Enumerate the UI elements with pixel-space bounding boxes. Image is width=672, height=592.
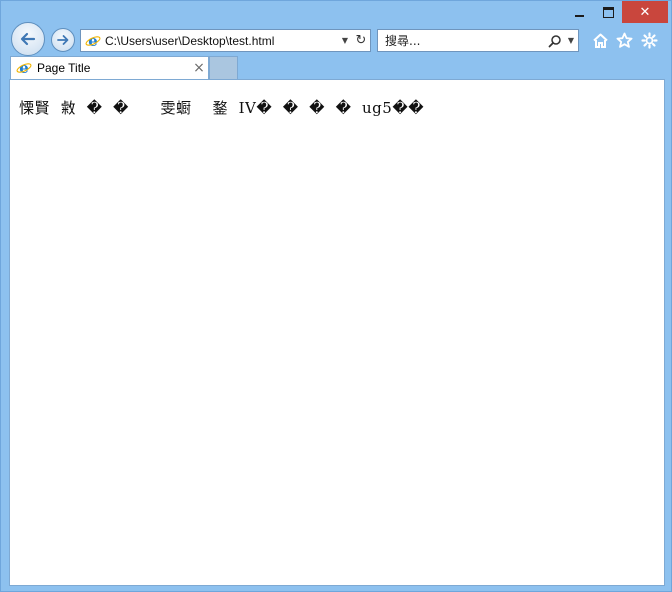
maximize-button[interactable] xyxy=(594,1,622,23)
page-body-text: 慄賢 敹 � � 雯蟵 鍪 IV� � � � ug5�� xyxy=(19,99,425,117)
tab-title: Page Title xyxy=(37,61,91,75)
back-arrow-icon xyxy=(20,32,36,46)
browser-window: ✕ e C:\Users\user\Desktop\test.html ▼ ↻ … xyxy=(0,0,672,592)
close-window-button[interactable]: ✕ xyxy=(622,1,668,23)
home-icon[interactable] xyxy=(590,30,610,50)
tab-close-icon[interactable]: × xyxy=(190,60,208,76)
search-box[interactable]: ▼ xyxy=(377,29,579,52)
settings-gear-icon[interactable] xyxy=(639,30,659,50)
ie-page-icon: e xyxy=(85,33,101,49)
address-text[interactable]: C:\Users\user\Desktop\test.html xyxy=(105,34,338,48)
close-icon: ✕ xyxy=(639,4,651,20)
page-content: 慄賢 敹 � � 雯蟵 鍪 IV� � � � ug5�� xyxy=(9,79,665,586)
new-tab-button[interactable] xyxy=(209,56,238,79)
search-dropdown-icon[interactable]: ▼ xyxy=(564,36,578,45)
tab-page-title[interactable]: e Page Title × xyxy=(10,56,209,79)
svg-text:e: e xyxy=(19,60,29,76)
search-input[interactable] xyxy=(378,31,546,50)
magnifier-icon[interactable] xyxy=(546,34,564,48)
address-dropdown-icon[interactable]: ▼ xyxy=(338,36,352,45)
forward-button[interactable] xyxy=(51,28,75,52)
svg-text:e: e xyxy=(88,33,98,49)
forward-arrow-icon xyxy=(57,35,69,45)
maximize-icon xyxy=(602,6,614,18)
minimize-button[interactable] xyxy=(564,1,594,23)
ie-page-icon: e xyxy=(16,60,32,76)
favorites-star-icon[interactable] xyxy=(614,30,634,50)
address-bar[interactable]: e C:\Users\user\Desktop\test.html ▼ ↻ xyxy=(80,29,371,52)
back-button[interactable] xyxy=(11,22,45,56)
minimize-icon xyxy=(574,15,584,17)
refresh-icon[interactable]: ↻ xyxy=(352,33,370,48)
